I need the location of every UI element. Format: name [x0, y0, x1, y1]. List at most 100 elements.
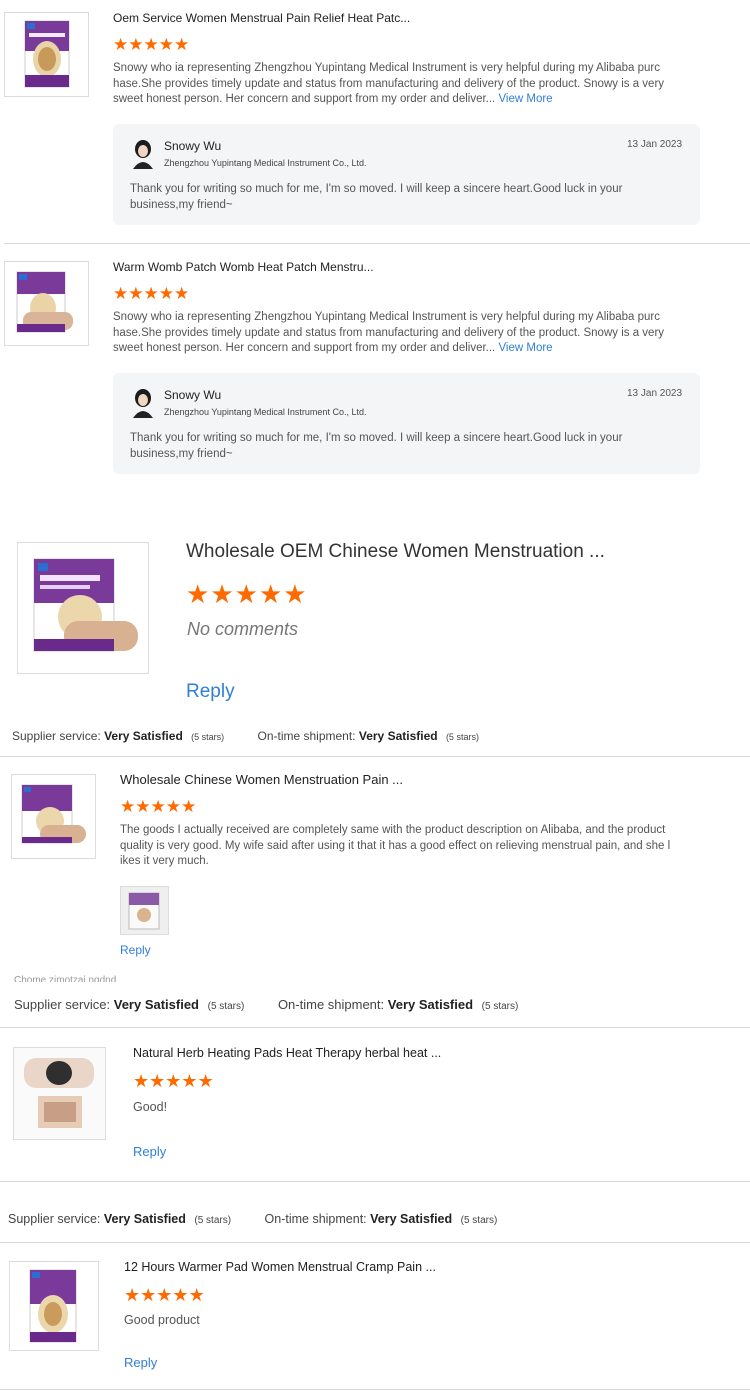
divider: [0, 1027, 750, 1028]
product-box-image: [33, 558, 138, 652]
review-product-title[interactable]: Warm Womb Patch Womb Heat Patch Menstru.…: [113, 260, 673, 274]
star-icon: ★: [165, 797, 181, 816]
star-rating: ★ ★ ★ ★ ★: [113, 285, 189, 302]
star-icon: ★: [120, 797, 136, 816]
view-more-link[interactable]: View More: [498, 342, 552, 354]
star-rating: ★ ★ ★ ★ ★: [133, 1072, 214, 1090]
product-thumbnail[interactable]: [17, 542, 149, 674]
star-icon: ★: [135, 797, 151, 816]
star-icon: ★: [158, 284, 174, 303]
rating-summary: Supplier service: Very Satisfied (5 star…: [12, 729, 479, 743]
star-icon: ★: [128, 35, 144, 54]
reply-text: Thank you for writing so much for me, I'…: [130, 432, 623, 460]
reply-date: 13 Jan 2023: [627, 139, 683, 150]
star-rating: ★ ★ ★ ★ ★: [120, 798, 196, 815]
review-product-title[interactable]: 12 Hours Warmer Pad Women Menstrual Cram…: [124, 1260, 684, 1274]
reply-text: Thank you for writing so much for me, I'…: [130, 183, 623, 211]
supplier-service-label: Supplier service:: [14, 997, 111, 1012]
review-text: The goods I actually received are comple…: [120, 824, 671, 867]
reply-author-name: Snowy Wu: [164, 388, 222, 402]
product-thumbnail[interactable]: [11, 774, 96, 859]
star-icon: ★: [140, 1285, 157, 1305]
supplier-service-stars: (5 stars): [191, 732, 225, 742]
review-comment: No comments: [187, 619, 299, 639]
star-icon: ★: [181, 797, 197, 816]
star-icon: ★: [197, 1071, 214, 1091]
product-thumbnail[interactable]: [4, 12, 89, 97]
reply-link[interactable]: Reply: [186, 681, 235, 703]
product-box-image: [16, 271, 73, 333]
divider: [0, 1242, 750, 1243]
supplier-service-label: Supplier service:: [8, 1212, 101, 1226]
star-icon: ★: [124, 1285, 141, 1305]
product-thumbnail[interactable]: [13, 1047, 106, 1140]
supplier-service-stars: (5 stars): [207, 1001, 245, 1012]
shipment-label: On-time shipment:: [264, 1212, 367, 1226]
review-photo-image: [121, 887, 168, 934]
star-icon: ★: [188, 1285, 205, 1305]
shipment-label: On-time shipment:: [277, 997, 385, 1012]
reply-company-name: Zhengzhou Yupintang Medical Instrument C…: [164, 158, 367, 168]
star-icon: ★: [283, 579, 307, 609]
star-icon: ★: [210, 579, 234, 609]
star-icon: ★: [113, 35, 129, 54]
star-rating: ★ ★ ★ ★ ★: [124, 1286, 205, 1304]
star-icon: ★: [149, 1071, 166, 1091]
review-text: Snowy who ia representing Zhengzhou Yupi…: [113, 310, 665, 357]
supplier-service-stars: (5 stars): [194, 1215, 232, 1226]
review-product-title[interactable]: Natural Herb Heating Pads Heat Therapy h…: [133, 1046, 693, 1060]
star-icon: ★: [156, 1285, 173, 1305]
star-icon: ★: [143, 284, 159, 303]
view-more-link[interactable]: View More: [498, 93, 552, 105]
star-icon: ★: [258, 579, 283, 609]
reply-company-name: Zhengzhou Yupintang Medical Instrument C…: [164, 407, 367, 417]
review-text-content: Snowy who ia representing Zhengzhou Yupi…: [113, 62, 665, 105]
reply-link[interactable]: Reply: [133, 1144, 166, 1159]
divider: [0, 1389, 750, 1390]
star-icon: ★: [158, 35, 174, 54]
reply-link[interactable]: Reply: [120, 943, 151, 957]
star-icon: ★: [174, 35, 190, 54]
supplier-reply: Snowy Wu Zhengzhou Yupintang Medical Ins…: [113, 373, 700, 474]
star-icon: ★: [150, 797, 166, 816]
star-rating: ★ ★ ★ ★ ★: [113, 36, 189, 53]
review-product-title[interactable]: Oem Service Women Menstrual Pain Relief …: [113, 11, 673, 25]
review-text: Snowy who ia representing Zhengzhou Yupi…: [113, 61, 665, 108]
product-box-image: [24, 20, 70, 88]
review-text-content: Snowy who ia representing Zhengzhou Yupi…: [113, 311, 665, 354]
reply-author-name: Snowy Wu: [164, 139, 222, 153]
star-rating: ★ ★ ★ ★ ★: [186, 581, 307, 607]
product-box-image: [29, 1269, 77, 1343]
shipment-stars: (5 stars): [481, 1001, 519, 1012]
reply-date: 13 Jan 2023: [627, 388, 683, 399]
product-box-image: [21, 784, 86, 844]
star-icon: ★: [186, 579, 210, 609]
supplier-service-value: Very Satisfied: [104, 729, 183, 743]
shipment-label: On-time shipment:: [257, 729, 356, 743]
divider: [0, 756, 750, 757]
review-product-title[interactable]: Wholesale OEM Chinese Women Menstruation…: [186, 541, 746, 563]
star-icon: ★: [143, 35, 159, 54]
star-icon: ★: [181, 1071, 198, 1091]
star-icon: ★: [165, 1071, 182, 1091]
supplier-service-value: Very Satisfied: [103, 1212, 186, 1226]
rating-summary: Supplier service: Very Satisfied (5 star…: [14, 997, 518, 1012]
star-icon: ★: [128, 284, 144, 303]
review-product-title[interactable]: Wholesale Chinese Women Menstruation Pai…: [120, 772, 680, 787]
review-photo[interactable]: [120, 886, 169, 935]
product-thumbnail[interactable]: [4, 261, 89, 346]
star-icon: ★: [174, 284, 190, 303]
cut-off-text: Chome zimotzaj,ngdnd: [14, 975, 117, 982]
reply-link[interactable]: Reply: [124, 1355, 157, 1370]
supplier-reply: Snowy Wu Zhengzhou Yupintang Medical Ins…: [113, 124, 700, 225]
rating-summary: Supplier service: Very Satisfied (5 star…: [8, 1212, 497, 1226]
shipment-stars: (5 stars): [445, 732, 479, 742]
product-thumbnail[interactable]: [9, 1261, 99, 1351]
avatar: [131, 388, 155, 418]
review-comment: Good product: [124, 1313, 200, 1327]
review-comment: Good!: [133, 1100, 168, 1114]
star-icon: ★: [234, 579, 258, 609]
product-pads-image: [14, 1048, 105, 1139]
supplier-service-value: Very Satisfied: [113, 997, 200, 1012]
divider: [0, 1181, 750, 1182]
